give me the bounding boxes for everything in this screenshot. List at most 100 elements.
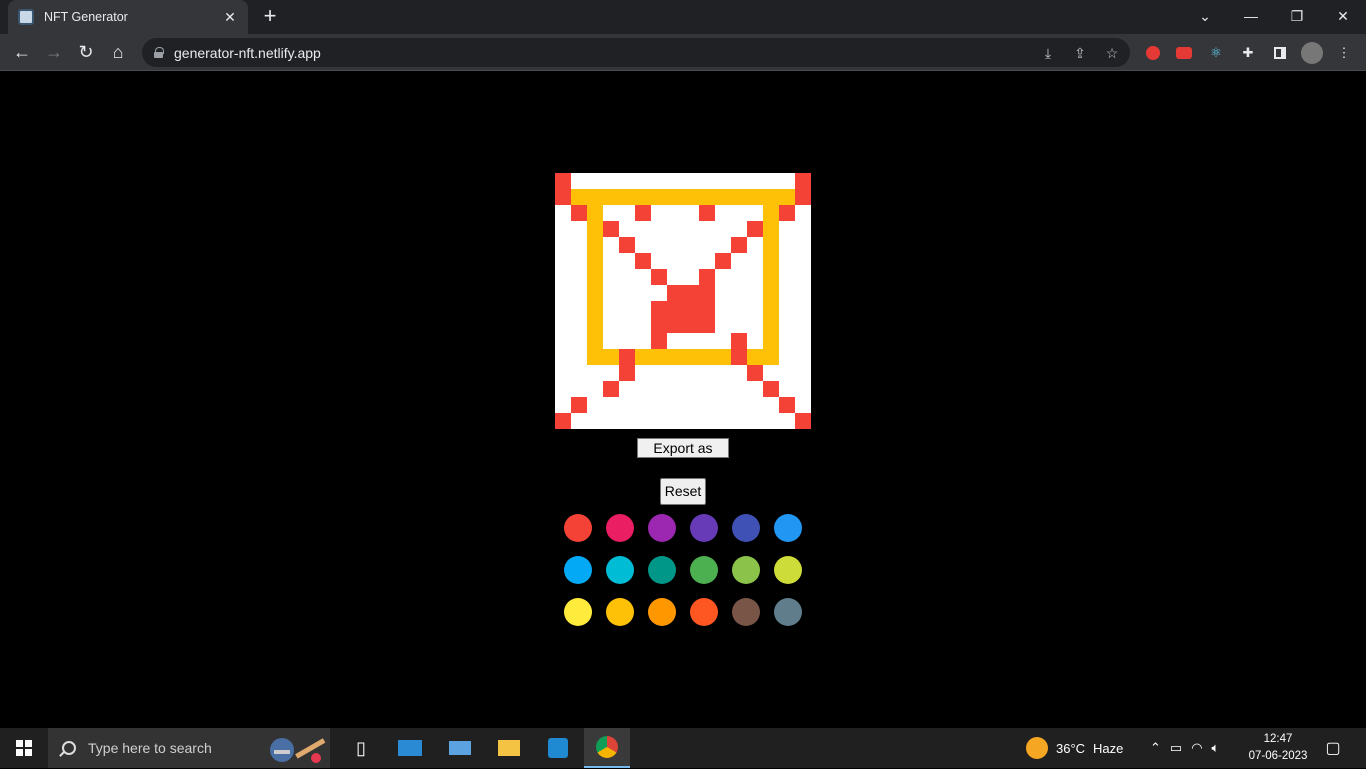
pixel-cell[interactable] (779, 381, 795, 397)
wifi-icon[interactable]: ◠ (1191, 740, 1202, 756)
pixel-cell[interactable] (795, 237, 811, 253)
chrome-icon[interactable] (584, 728, 630, 768)
pixel-cell[interactable] (683, 397, 699, 413)
pixel-cell[interactable] (603, 333, 619, 349)
install-app-icon[interactable]: ⤓ (1038, 43, 1058, 63)
pixel-cell[interactable] (699, 413, 715, 429)
pixel-cell[interactable] (747, 237, 763, 253)
pixel-cell[interactable] (795, 397, 811, 413)
tab-search-icon[interactable]: ⌄ (1182, 0, 1228, 32)
pixel-cell[interactable] (555, 189, 571, 205)
clock[interactable]: 12:47 07-06-2023 (1244, 731, 1312, 765)
pixel-cell[interactable] (747, 349, 763, 365)
pixel-cell[interactable] (683, 301, 699, 317)
pixel-cell[interactable] (635, 365, 651, 381)
pixel-cell[interactable] (619, 301, 635, 317)
task-view-icon[interactable]: ▯ (338, 728, 384, 768)
pixel-cell[interactable] (779, 317, 795, 333)
pixel-cell[interactable] (651, 397, 667, 413)
pixel-cell[interactable] (683, 269, 699, 285)
pixel-cell[interactable] (667, 173, 683, 189)
pixel-cell[interactable] (795, 221, 811, 237)
pixel-cell[interactable] (603, 221, 619, 237)
pixel-cell[interactable] (587, 381, 603, 397)
pixel-cell[interactable] (587, 237, 603, 253)
color-swatch[interactable] (606, 556, 634, 584)
pixel-cell[interactable] (731, 413, 747, 429)
pixel-cell[interactable] (715, 413, 731, 429)
pixel-cell[interactable] (779, 253, 795, 269)
pixel-cell[interactable] (731, 269, 747, 285)
pixel-cell[interactable] (715, 285, 731, 301)
pixel-cell[interactable] (603, 285, 619, 301)
pixel-cell[interactable] (699, 253, 715, 269)
pixel-cell[interactable] (587, 301, 603, 317)
pixel-cell[interactable] (747, 269, 763, 285)
pixel-cell[interactable] (763, 285, 779, 301)
pixel-cell[interactable] (779, 189, 795, 205)
pixel-cell[interactable] (651, 173, 667, 189)
color-swatch[interactable] (690, 598, 718, 626)
pixel-cell[interactable] (571, 253, 587, 269)
pixel-cell[interactable] (587, 205, 603, 221)
pixel-cell[interactable] (715, 269, 731, 285)
pixel-cell[interactable] (763, 365, 779, 381)
file-explorer-icon[interactable] (486, 728, 532, 768)
pixel-cell[interactable] (795, 333, 811, 349)
pixel-cell[interactable] (763, 221, 779, 237)
pixel-cell[interactable] (635, 221, 651, 237)
pixel-cell[interactable] (667, 221, 683, 237)
pixel-cell[interactable] (715, 253, 731, 269)
pixel-cell[interactable] (603, 173, 619, 189)
pixel-cell[interactable] (571, 365, 587, 381)
pixel-cell[interactable] (619, 365, 635, 381)
pixel-cell[interactable] (715, 205, 731, 221)
pixel-cell[interactable] (619, 413, 635, 429)
pixel-cell[interactable] (731, 253, 747, 269)
pixel-cell[interactable] (619, 317, 635, 333)
pixel-cell[interactable] (683, 381, 699, 397)
pixel-cell[interactable] (795, 189, 811, 205)
pixel-cell[interactable] (795, 301, 811, 317)
pixel-cell[interactable] (635, 333, 651, 349)
pixel-cell[interactable] (683, 205, 699, 221)
pixel-cell[interactable] (731, 381, 747, 397)
pixel-cell[interactable] (779, 349, 795, 365)
pixel-cell[interactable] (635, 413, 651, 429)
pixel-cell[interactable] (651, 237, 667, 253)
pixel-cell[interactable] (763, 253, 779, 269)
address-bar[interactable]: generator-nft.netlify.app ⤓ ⇪ ☆ (142, 38, 1130, 67)
pixel-cell[interactable] (699, 205, 715, 221)
pixel-cell[interactable] (779, 173, 795, 189)
pixel-cell[interactable] (731, 189, 747, 205)
pixel-cell[interactable] (763, 173, 779, 189)
pixel-cell[interactable] (795, 413, 811, 429)
pixel-cell[interactable] (619, 285, 635, 301)
pixel-cell[interactable] (651, 269, 667, 285)
pixel-cell[interactable] (779, 301, 795, 317)
pixel-cell[interactable] (635, 253, 651, 269)
this-pc-icon[interactable] (437, 728, 483, 768)
pixel-cell[interactable] (747, 301, 763, 317)
pixel-cell[interactable] (763, 349, 779, 365)
color-swatch[interactable] (774, 556, 802, 584)
pixel-cell[interactable] (635, 205, 651, 221)
pixel-cell[interactable] (715, 301, 731, 317)
pixel-cell[interactable] (571, 381, 587, 397)
pixel-cell[interactable] (555, 365, 571, 381)
pixel-cell[interactable] (747, 253, 763, 269)
pixel-cell[interactable] (683, 189, 699, 205)
pixel-cell[interactable] (667, 253, 683, 269)
pixel-cell[interactable] (651, 205, 667, 221)
pixel-cell[interactable] (587, 253, 603, 269)
pixel-cell[interactable] (603, 301, 619, 317)
pixel-cell[interactable] (747, 173, 763, 189)
color-swatch[interactable] (732, 556, 760, 584)
pixel-cell[interactable] (603, 253, 619, 269)
color-swatch[interactable] (732, 598, 760, 626)
restore-button[interactable]: ❐ (1274, 0, 1320, 32)
pixel-cell[interactable] (571, 333, 587, 349)
pixel-cell[interactable] (667, 365, 683, 381)
pixel-cell[interactable] (683, 237, 699, 253)
pixel-cell[interactable] (795, 205, 811, 221)
